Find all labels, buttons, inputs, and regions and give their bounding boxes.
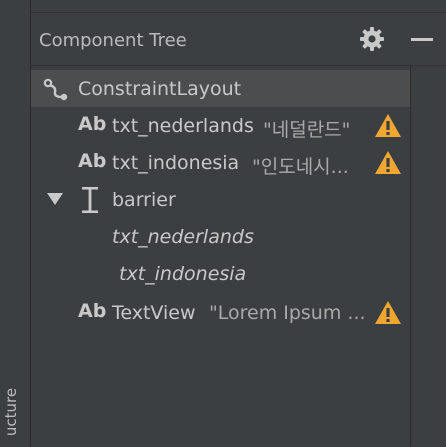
textview-icon: Ab: [78, 300, 107, 322]
warning-icon[interactable]: [374, 300, 402, 325]
tree-row-label: txt_indonesia: [119, 263, 247, 285]
barrier-icon: [82, 187, 98, 218]
tree-row-label: txt_nederlands: [112, 115, 254, 137]
gear-icon[interactable]: [359, 26, 385, 52]
tree-row-label: barrier: [112, 189, 176, 211]
tree-row-label: TextView: [112, 302, 196, 324]
constraint-layout-icon: [43, 78, 69, 107]
tree-row-textview[interactable]: Ab TextView "Lorem Ipsum ...: [31, 294, 410, 331]
right-panel-edge: [411, 66, 446, 447]
tree-row-barrier-ref-nederlands[interactable]: txt_nederlands: [31, 218, 410, 255]
tree-row-text: "네덜란드": [263, 119, 351, 141]
tree-row-barrier-ref-indonesia[interactable]: txt_indonesia: [31, 255, 410, 292]
tree-row-label: txt_indonesia: [112, 152, 240, 174]
top-toolbar-strip: [31, 0, 446, 13]
structure-tab[interactable]: ucture: [0, 377, 22, 447]
panel-title: Component Tree: [39, 30, 187, 51]
minimize-icon[interactable]: [409, 26, 437, 52]
tree-row-txt-indonesia[interactable]: Ab txt_indonesia "인도네시...: [31, 144, 410, 181]
tree-row-label: ConstraintLayout: [78, 78, 242, 100]
warning-icon[interactable]: [374, 113, 402, 138]
tree-row-text: "Lorem Ipsum ...: [209, 302, 366, 324]
warning-icon[interactable]: [374, 150, 402, 175]
tree-row-text: "인도네시...: [252, 156, 349, 178]
tree-row-txt-nederlands[interactable]: Ab txt_nederlands "네덜란드": [31, 107, 410, 144]
expand-arrow-icon[interactable]: [47, 189, 63, 211]
component-tree: ConstraintLayout Ab txt_nederlands "네덜란드…: [31, 66, 411, 447]
tree-row-label: txt_nederlands: [112, 226, 254, 248]
component-tree-header: Component Tree: [31, 13, 446, 66]
textview-icon: Ab: [78, 150, 107, 172]
tree-row-constraintlayout[interactable]: ConstraintLayout: [31, 70, 410, 107]
left-tool-strip: ucture: [0, 0, 31, 447]
textview-icon: Ab: [78, 113, 107, 135]
structure-tab-label: ucture: [2, 387, 20, 437]
tree-row-barrier[interactable]: barrier: [31, 181, 410, 218]
